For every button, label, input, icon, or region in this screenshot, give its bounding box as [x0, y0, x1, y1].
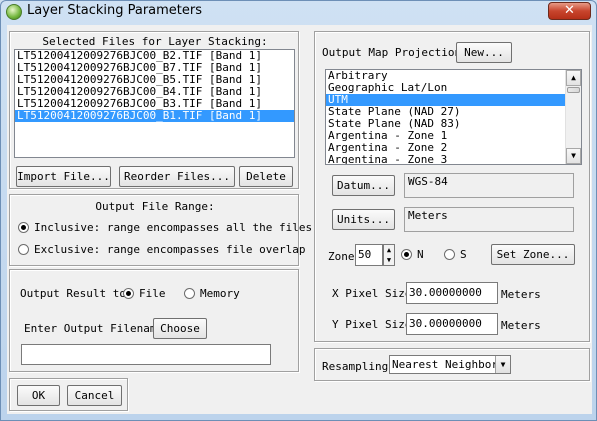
- resampling-select[interactable]: Nearest Neighbor ▼: [389, 355, 511, 374]
- projection-list-item[interactable]: Argentina - Zone 3: [326, 154, 566, 165]
- zone-spinner[interactable]: ▲ ▼: [383, 244, 395, 266]
- new-projection-button[interactable]: New...: [456, 42, 512, 63]
- cancel-button[interactable]: Cancel: [67, 385, 122, 406]
- exclusive-radio[interactable]: [18, 244, 29, 255]
- output-result-panel: Output Result to File Memory Enter Outpu…: [9, 269, 299, 372]
- delete-button[interactable]: Delete: [239, 166, 293, 187]
- file-label[interactable]: File: [139, 287, 166, 300]
- import-file-button[interactable]: Import File...: [16, 166, 111, 187]
- selected-files-list[interactable]: LT51200412009276BJC00_B2.TIF [Band 1] LT5…: [14, 49, 295, 158]
- y-pixel-units: Meters: [501, 319, 541, 332]
- layer-stacking-window: Layer Stacking Parameters ✕ Selected Fil…: [0, 0, 597, 421]
- selected-files-panel: Selected Files for Layer Stacking: LT512…: [9, 31, 299, 189]
- memory-radio[interactable]: [184, 288, 195, 299]
- exclusive-label[interactable]: Exclusive: range encompasses file overla…: [34, 243, 306, 256]
- inclusive-radio[interactable]: [18, 222, 29, 233]
- units-value: Meters: [404, 207, 574, 232]
- scroll-up-arrow-icon[interactable]: ▲: [566, 70, 581, 86]
- file-list-item[interactable]: LT51200412009276BJC00_B1.TIF [Band 1]: [15, 110, 294, 122]
- choose-button[interactable]: Choose: [153, 318, 207, 339]
- spin-down-arrow-icon[interactable]: ▼: [384, 255, 394, 265]
- file-radio[interactable]: [123, 288, 134, 299]
- datum-button[interactable]: Datum...: [332, 175, 395, 196]
- x-pixel-units: Meters: [501, 288, 541, 301]
- dropdown-arrow-icon[interactable]: ▼: [495, 356, 510, 373]
- y-pixel-size-label: Y Pixel Size: [332, 318, 412, 331]
- x-pixel-size-input[interactable]: 30.00000000: [406, 282, 498, 304]
- north-label[interactable]: N: [417, 248, 424, 261]
- projection-list-item[interactable]: Geographic Lat/Lon: [326, 82, 566, 94]
- output-map-projection-label: Output Map Projection: [322, 46, 462, 59]
- output-filename-label: Enter Output Filename: [24, 322, 164, 335]
- memory-label[interactable]: Memory: [200, 287, 240, 300]
- projection-panel: Output Map Projection New... Arbitrary Ge…: [314, 31, 590, 342]
- set-zone-button[interactable]: Set Zone...: [491, 244, 575, 265]
- title-bar[interactable]: Layer Stacking Parameters ✕: [1, 1, 596, 23]
- resampling-value: Nearest Neighbor: [392, 358, 498, 371]
- output-file-range-header: Output File Range:: [95, 200, 215, 213]
- projection-scrollbar[interactable]: ▲ ▼: [565, 70, 581, 164]
- zone-input[interactable]: 50: [355, 244, 383, 266]
- resampling-panel: Resampling Nearest Neighbor ▼: [314, 348, 590, 381]
- y-pixel-size-input[interactable]: 30.00000000: [406, 313, 498, 335]
- envi-app-icon: [6, 4, 22, 20]
- window-title: Layer Stacking Parameters: [27, 3, 203, 18]
- ok-cancel-panel: OK Cancel: [9, 378, 128, 411]
- output-file-range-panel: Output File Range: Inclusive: range enco…: [9, 194, 312, 266]
- output-result-to-label: Output Result to: [20, 287, 126, 300]
- scroll-thumb[interactable]: [567, 87, 580, 93]
- reorder-files-button[interactable]: Reorder Files...: [119, 166, 235, 187]
- x-pixel-size-label: X Pixel Size: [332, 287, 412, 300]
- projection-list[interactable]: Arbitrary Geographic Lat/Lon UTM State Plan…: [325, 69, 582, 165]
- selected-files-header: Selected Files for Layer Stacking:: [42, 35, 268, 48]
- south-label[interactable]: S: [460, 248, 467, 261]
- scroll-down-arrow-icon[interactable]: ▼: [566, 148, 581, 164]
- inclusive-label[interactable]: Inclusive: range encompasses all the fil…: [34, 221, 312, 234]
- projection-list-items: Arbitrary Geographic Lat/Lon UTM State Plan…: [326, 70, 566, 165]
- close-button[interactable]: ✕: [548, 2, 591, 20]
- datum-value: WGS-84: [404, 173, 574, 198]
- zone-label: Zone: [328, 250, 355, 263]
- north-radio[interactable]: [401, 249, 412, 260]
- resampling-label: Resampling: [322, 360, 389, 373]
- spin-up-arrow-icon[interactable]: ▲: [384, 245, 394, 255]
- output-filename-input[interactable]: [21, 344, 271, 365]
- south-radio[interactable]: [444, 249, 455, 260]
- dialog-client-area: Selected Files for Layer Stacking: LT512…: [7, 25, 592, 414]
- ok-button[interactable]: OK: [17, 385, 60, 406]
- units-button[interactable]: Units...: [332, 209, 395, 230]
